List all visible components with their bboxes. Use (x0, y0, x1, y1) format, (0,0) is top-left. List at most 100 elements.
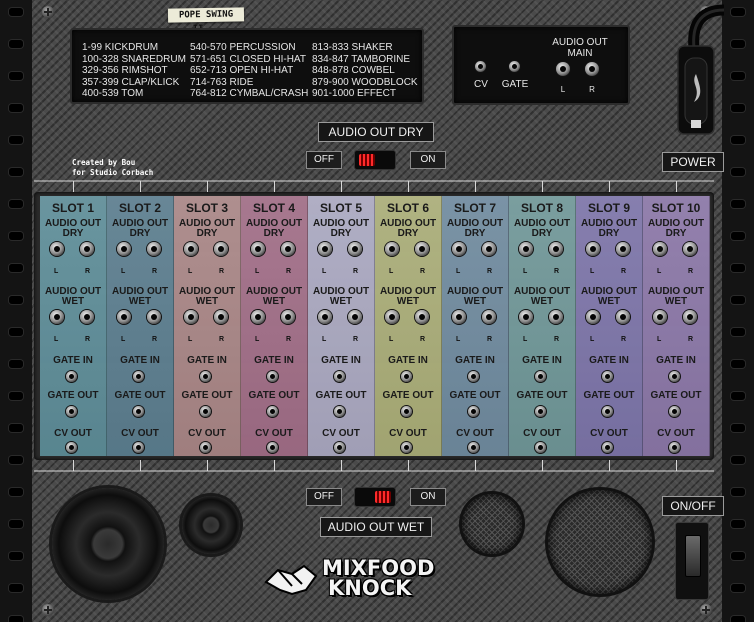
gate-in-jack[interactable] (468, 371, 479, 382)
dry-left-jack[interactable] (50, 242, 64, 256)
wet-left-jack[interactable] (117, 310, 131, 324)
wet-left-jack[interactable] (452, 310, 466, 324)
gate-in-jack[interactable] (66, 371, 77, 382)
dry-left-jack[interactable] (318, 242, 332, 256)
cv-out-jack[interactable] (602, 442, 613, 453)
sample-range-item: 764-812 CYMBAL/CRASH (190, 88, 309, 99)
dry-right-jack[interactable] (348, 242, 362, 256)
wet-right-jack[interactable] (348, 310, 362, 324)
dry-left-jack[interactable] (586, 242, 600, 256)
gate-in-jack[interactable] (133, 371, 144, 382)
wet-right-jack[interactable] (482, 310, 496, 324)
dry-right-jack[interactable] (214, 242, 228, 256)
wet-toggle-switch[interactable] (354, 487, 396, 507)
on-off-switch[interactable] (675, 522, 709, 600)
main-out-right-jack[interactable] (585, 62, 599, 76)
gate-out-jack[interactable] (66, 406, 77, 417)
wet-on-button[interactable]: ON (410, 488, 446, 506)
gate-out-jack[interactable] (669, 406, 680, 417)
dry-switch-knob[interactable] (359, 154, 375, 166)
dry-right-jack[interactable] (80, 242, 94, 256)
wet-l-label: L (389, 336, 394, 343)
wet-left-jack[interactable] (50, 310, 64, 324)
wet-right-jack[interactable] (281, 310, 295, 324)
dry-right-jack[interactable] (281, 242, 295, 256)
gate-in-jack[interactable] (669, 371, 680, 382)
dry-right-jack[interactable] (549, 242, 563, 256)
cv-out-jack[interactable] (468, 442, 479, 453)
gate-out-jack[interactable] (267, 406, 278, 417)
wet-label-line2: WET (262, 296, 286, 307)
dry-label-line2: DRY (464, 228, 486, 239)
dry-right-jack[interactable] (415, 242, 429, 256)
wet-switch-knob[interactable] (375, 491, 391, 503)
dry-off-button[interactable]: OFF (306, 151, 342, 169)
wet-right-jack[interactable] (683, 310, 697, 324)
gate-out-label: GATE OUT (181, 390, 233, 401)
dry-right-jack[interactable] (683, 242, 697, 256)
dry-left-jack[interactable] (519, 242, 533, 256)
dry-left-jack[interactable] (184, 242, 198, 256)
gate-out-jack[interactable] (535, 406, 546, 417)
wet-left-jack[interactable] (385, 310, 399, 324)
dry-left-jack[interactable] (653, 242, 667, 256)
wet-l-label: L (657, 336, 662, 343)
slot-2: SLOT 2 AUDIO OUT DRY L R AUDIO OUT WET L… (107, 196, 174, 456)
wet-l-label: L (54, 336, 59, 343)
cv-out-jack[interactable] (535, 442, 546, 453)
gate-jack[interactable] (509, 61, 520, 72)
dry-on-button[interactable]: ON (410, 151, 446, 169)
on-off-switch-lever[interactable] (685, 535, 701, 577)
cv-jack[interactable] (475, 61, 486, 72)
wet-right-jack[interactable] (415, 310, 429, 324)
cv-out-jack[interactable] (334, 442, 345, 453)
sample-range-col-1: 1-99 KICKDRUM 100-328 SNAREDRUM 329-356 … (82, 42, 186, 100)
wet-off-button[interactable]: OFF (306, 488, 342, 506)
dry-toggle-switch[interactable] (354, 150, 396, 170)
dry-r-label: R (554, 268, 560, 275)
sample-range-item: 100-328 SNAREDRUM (82, 53, 186, 65)
wet-right-jack[interactable] (80, 310, 94, 324)
gate-out-jack[interactable] (334, 406, 345, 417)
cv-out-jack[interactable] (200, 442, 211, 453)
gate-out-jack[interactable] (401, 406, 412, 417)
wet-right-jack[interactable] (147, 310, 161, 324)
wet-label-line2: WET (195, 296, 219, 307)
wet-right-jack[interactable] (549, 310, 563, 324)
dry-left-jack[interactable] (385, 242, 399, 256)
dry-left-jack[interactable] (117, 242, 131, 256)
rack-hole (731, 488, 745, 496)
cv-out-jack[interactable] (401, 442, 412, 453)
dry-right-jack[interactable] (147, 242, 161, 256)
dry-left-jack[interactable] (251, 242, 265, 256)
wet-left-jack[interactable] (653, 310, 667, 324)
rack-hole (9, 168, 23, 176)
gate-in-jack[interactable] (602, 371, 613, 382)
dry-left-jack[interactable] (452, 242, 466, 256)
gate-out-jack[interactable] (200, 406, 211, 417)
gate-out-jack[interactable] (133, 406, 144, 417)
cv-out-jack[interactable] (66, 442, 77, 453)
wet-left-jack[interactable] (318, 310, 332, 324)
gate-in-jack[interactable] (267, 371, 278, 382)
wet-left-jack[interactable] (519, 310, 533, 324)
wet-left-jack[interactable] (184, 310, 198, 324)
wet-right-jack[interactable] (214, 310, 228, 324)
wet-right-jack[interactable] (616, 310, 630, 324)
rack-hole (9, 104, 23, 112)
wet-left-jack[interactable] (251, 310, 265, 324)
gate-in-jack[interactable] (401, 371, 412, 382)
gate-in-jack[interactable] (200, 371, 211, 382)
cv-out-label: CV OUT (322, 428, 360, 439)
dry-right-jack[interactable] (482, 242, 496, 256)
dry-right-jack[interactable] (616, 242, 630, 256)
wet-left-jack[interactable] (586, 310, 600, 324)
gate-in-jack[interactable] (334, 371, 345, 382)
gate-out-jack[interactable] (468, 406, 479, 417)
cv-out-jack[interactable] (267, 442, 278, 453)
gate-out-jack[interactable] (602, 406, 613, 417)
main-out-left-jack[interactable] (556, 62, 570, 76)
cv-out-jack[interactable] (669, 442, 680, 453)
cv-out-jack[interactable] (133, 442, 144, 453)
gate-in-jack[interactable] (535, 371, 546, 382)
